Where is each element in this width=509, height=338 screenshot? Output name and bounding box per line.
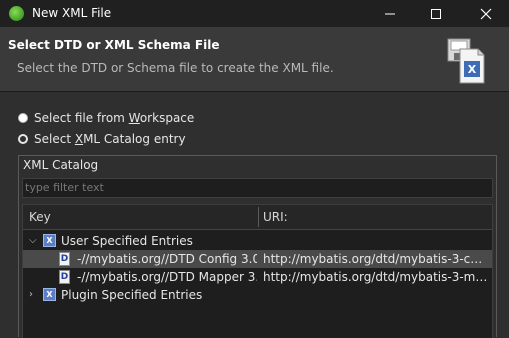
header-divider: [0, 91, 509, 92]
page-description: Select the DTD or Schema file to create …: [17, 61, 334, 75]
minimize-button[interactable]: [367, 0, 413, 27]
column-key[interactable]: Key: [29, 210, 51, 224]
tree-column-header: Key URI:: [23, 205, 492, 230]
tree-row-uri: http://mybatis.org/dtd/mybatis-3-mapper.…: [263, 270, 489, 284]
title-bar: New XML File: [0, 0, 509, 27]
radio-select-catalog[interactable]: Select XML Catalog entry: [18, 132, 186, 146]
catalog-icon: X: [43, 288, 56, 301]
dtd-file-icon: D: [59, 270, 70, 284]
wizard-header: Select DTD or XML Schema File Select the…: [0, 27, 509, 91]
catalog-tree[interactable]: Key URI: ⌵ X User Specified Entries D -/…: [22, 204, 493, 338]
radio-select-workspace[interactable]: Select file from Workspace: [18, 111, 194, 125]
window-title: New XML File: [32, 6, 112, 20]
tree-row-dtd-mapper[interactable]: D -//mybatis.org//DTD Mapper 3.0//EN htt…: [23, 268, 492, 286]
radio-catalog-label: Select XML Catalog entry: [34, 132, 186, 146]
group-label: XML Catalog: [22, 158, 100, 172]
close-button[interactable]: [463, 0, 509, 27]
svg-text:X: X: [468, 63, 477, 76]
filter-input[interactable]: type filter text: [22, 178, 493, 198]
page-title: Select DTD or XML Schema File: [8, 38, 220, 52]
tree-row-uri: http://mybatis.org/dtd/mybatis-3-config.…: [263, 252, 489, 266]
radio-workspace-label: Select file from Workspace: [34, 111, 195, 125]
chevron-down-icon[interactable]: ⌵: [29, 235, 37, 246]
maximize-button[interactable]: [413, 0, 459, 27]
minimize-icon: [385, 13, 395, 15]
column-uri[interactable]: URI:: [263, 210, 288, 224]
tree-row-label: User Specified Entries: [61, 234, 193, 248]
dtd-file-icon: D: [59, 252, 70, 266]
chevron-right-icon[interactable]: ›: [29, 289, 33, 300]
radio-indicator-selected[interactable]: [18, 134, 28, 144]
column-divider[interactable]: [258, 207, 259, 227]
tree-row-plugin-specified[interactable]: › X Plugin Specified Entries: [23, 286, 492, 304]
tree-row-label: -//mybatis.org//DTD Mapper 3.0//EN: [77, 270, 257, 284]
tree-row-user-specified[interactable]: ⌵ X User Specified Entries: [23, 232, 492, 250]
app-icon: [9, 6, 24, 21]
tree-row-label: -//mybatis.org//DTD Config 3.0//EN: [77, 252, 257, 266]
tree-row-dtd-config[interactable]: D -//mybatis.org//DTD Config 3.0//EN htt…: [23, 250, 492, 268]
catalog-icon: X: [43, 234, 56, 247]
radio-indicator[interactable]: [18, 113, 28, 123]
xml-file-wizard-icon: X: [447, 38, 485, 84]
maximize-icon: [431, 9, 441, 19]
tree-row-label: Plugin Specified Entries: [61, 288, 203, 302]
xml-catalog-group: XML Catalog type filter text Key URI: ⌵ …: [18, 155, 497, 338]
close-icon: [480, 8, 492, 20]
